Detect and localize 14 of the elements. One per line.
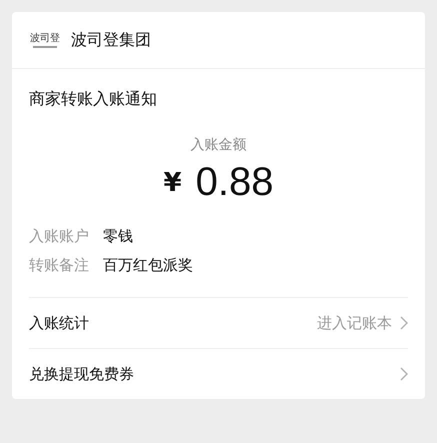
link-row[interactable]: 兑换提现免费券: [29, 349, 408, 399]
detail-label: 转账备注: [29, 256, 89, 275]
brand-logo: 波司登: [29, 32, 61, 48]
account-name: 波司登集团: [71, 30, 151, 50]
notice-title: 商家转账入账通知: [29, 89, 158, 110]
chevron-icon: [400, 367, 408, 381]
link-row[interactable]: 入账统计 进入记账本: [29, 298, 408, 349]
detail-label: 入账账户: [29, 227, 89, 246]
detail-value: 零钱: [103, 227, 133, 246]
amount-value: 0.88: [196, 160, 274, 205]
detail-value: 百万红包派奖: [103, 256, 193, 275]
currency-symbol: ¥: [164, 168, 182, 198]
chevron-icon: [400, 316, 408, 330]
amount-label: 入账金额: [190, 136, 248, 154]
